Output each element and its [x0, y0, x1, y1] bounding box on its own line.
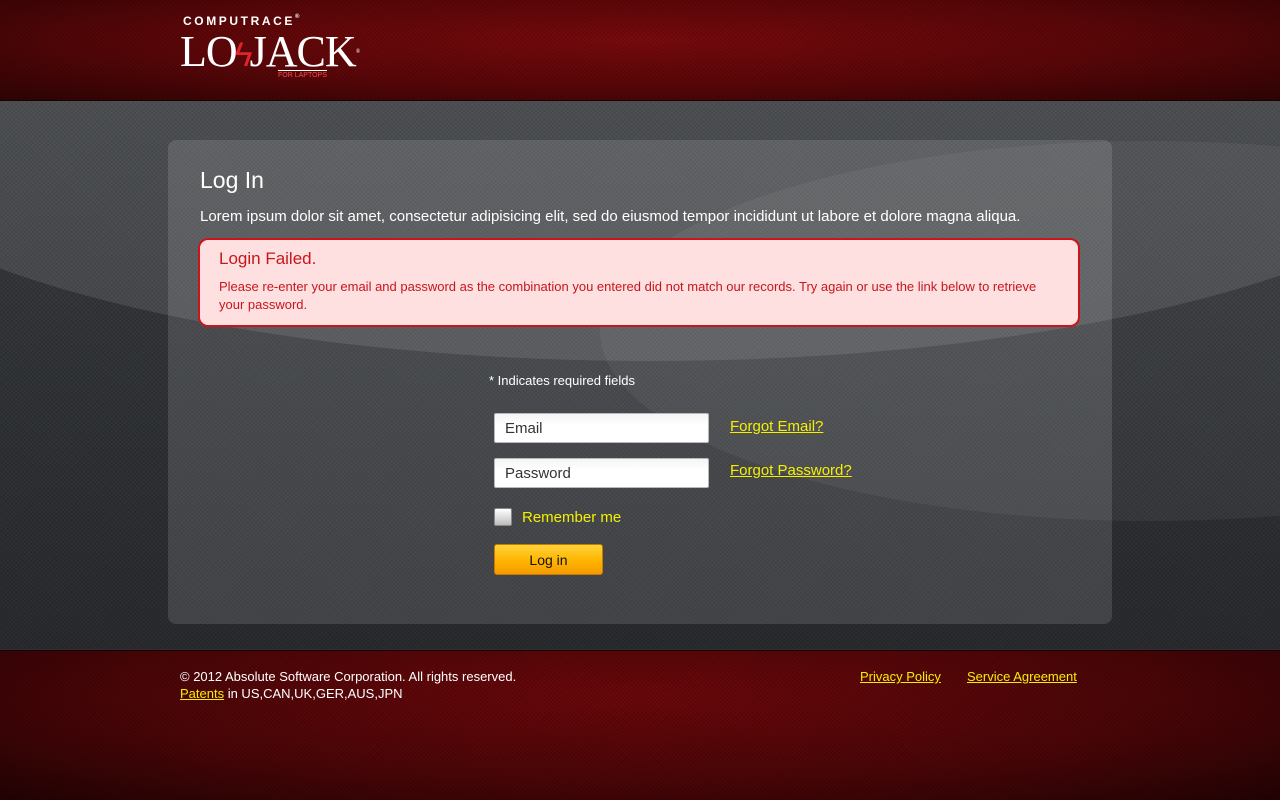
patents-link[interactable]: Patents [180, 686, 224, 701]
remember-me-checkbox[interactable] [494, 508, 512, 526]
email-field[interactable] [494, 413, 709, 443]
error-title: Login Failed. [219, 249, 317, 268]
forgot-email-link[interactable]: Forgot Email? [730, 418, 823, 435]
copyright-text: © 2012 Absolute Software Corporation. Al… [180, 669, 517, 684]
forgot-password-link[interactable]: Forgot Password? [730, 462, 852, 479]
password-field[interactable] [494, 458, 709, 488]
login-description: Lorem ipsum dolor sit amet, consectetur … [200, 208, 1021, 225]
error-message: Please re-enter your email and password … [219, 279, 1037, 312]
login-button[interactable]: Log in [494, 544, 603, 575]
privacy-policy-link[interactable]: Privacy Policy [860, 669, 941, 684]
patents-line: Patents in US,CAN,UK,GER,AUS,JPN [180, 686, 403, 701]
remember-me-label[interactable]: Remember me [522, 509, 621, 526]
logo-lojack-text: LOϟJACK® [180, 27, 361, 76]
page-title: Log In [200, 167, 264, 193]
logo-for-laptops-text: FOR LAPTOPS [278, 70, 327, 79]
patents-countries: in US,CAN,UK,GER,AUS,JPN [224, 686, 403, 701]
lojack-logo[interactable]: COMPUTRACE® LOϟJACK® FOR LAPTOPS [180, 14, 360, 84]
required-fields-note: * Indicates required fields [489, 373, 635, 388]
header: COMPUTRACE® LOϟJACK® FOR LAPTOPS [0, 0, 1280, 101]
logo-computrace-text: COMPUTRACE® [183, 14, 300, 28]
service-agreement-link[interactable]: Service Agreement [967, 669, 1077, 684]
